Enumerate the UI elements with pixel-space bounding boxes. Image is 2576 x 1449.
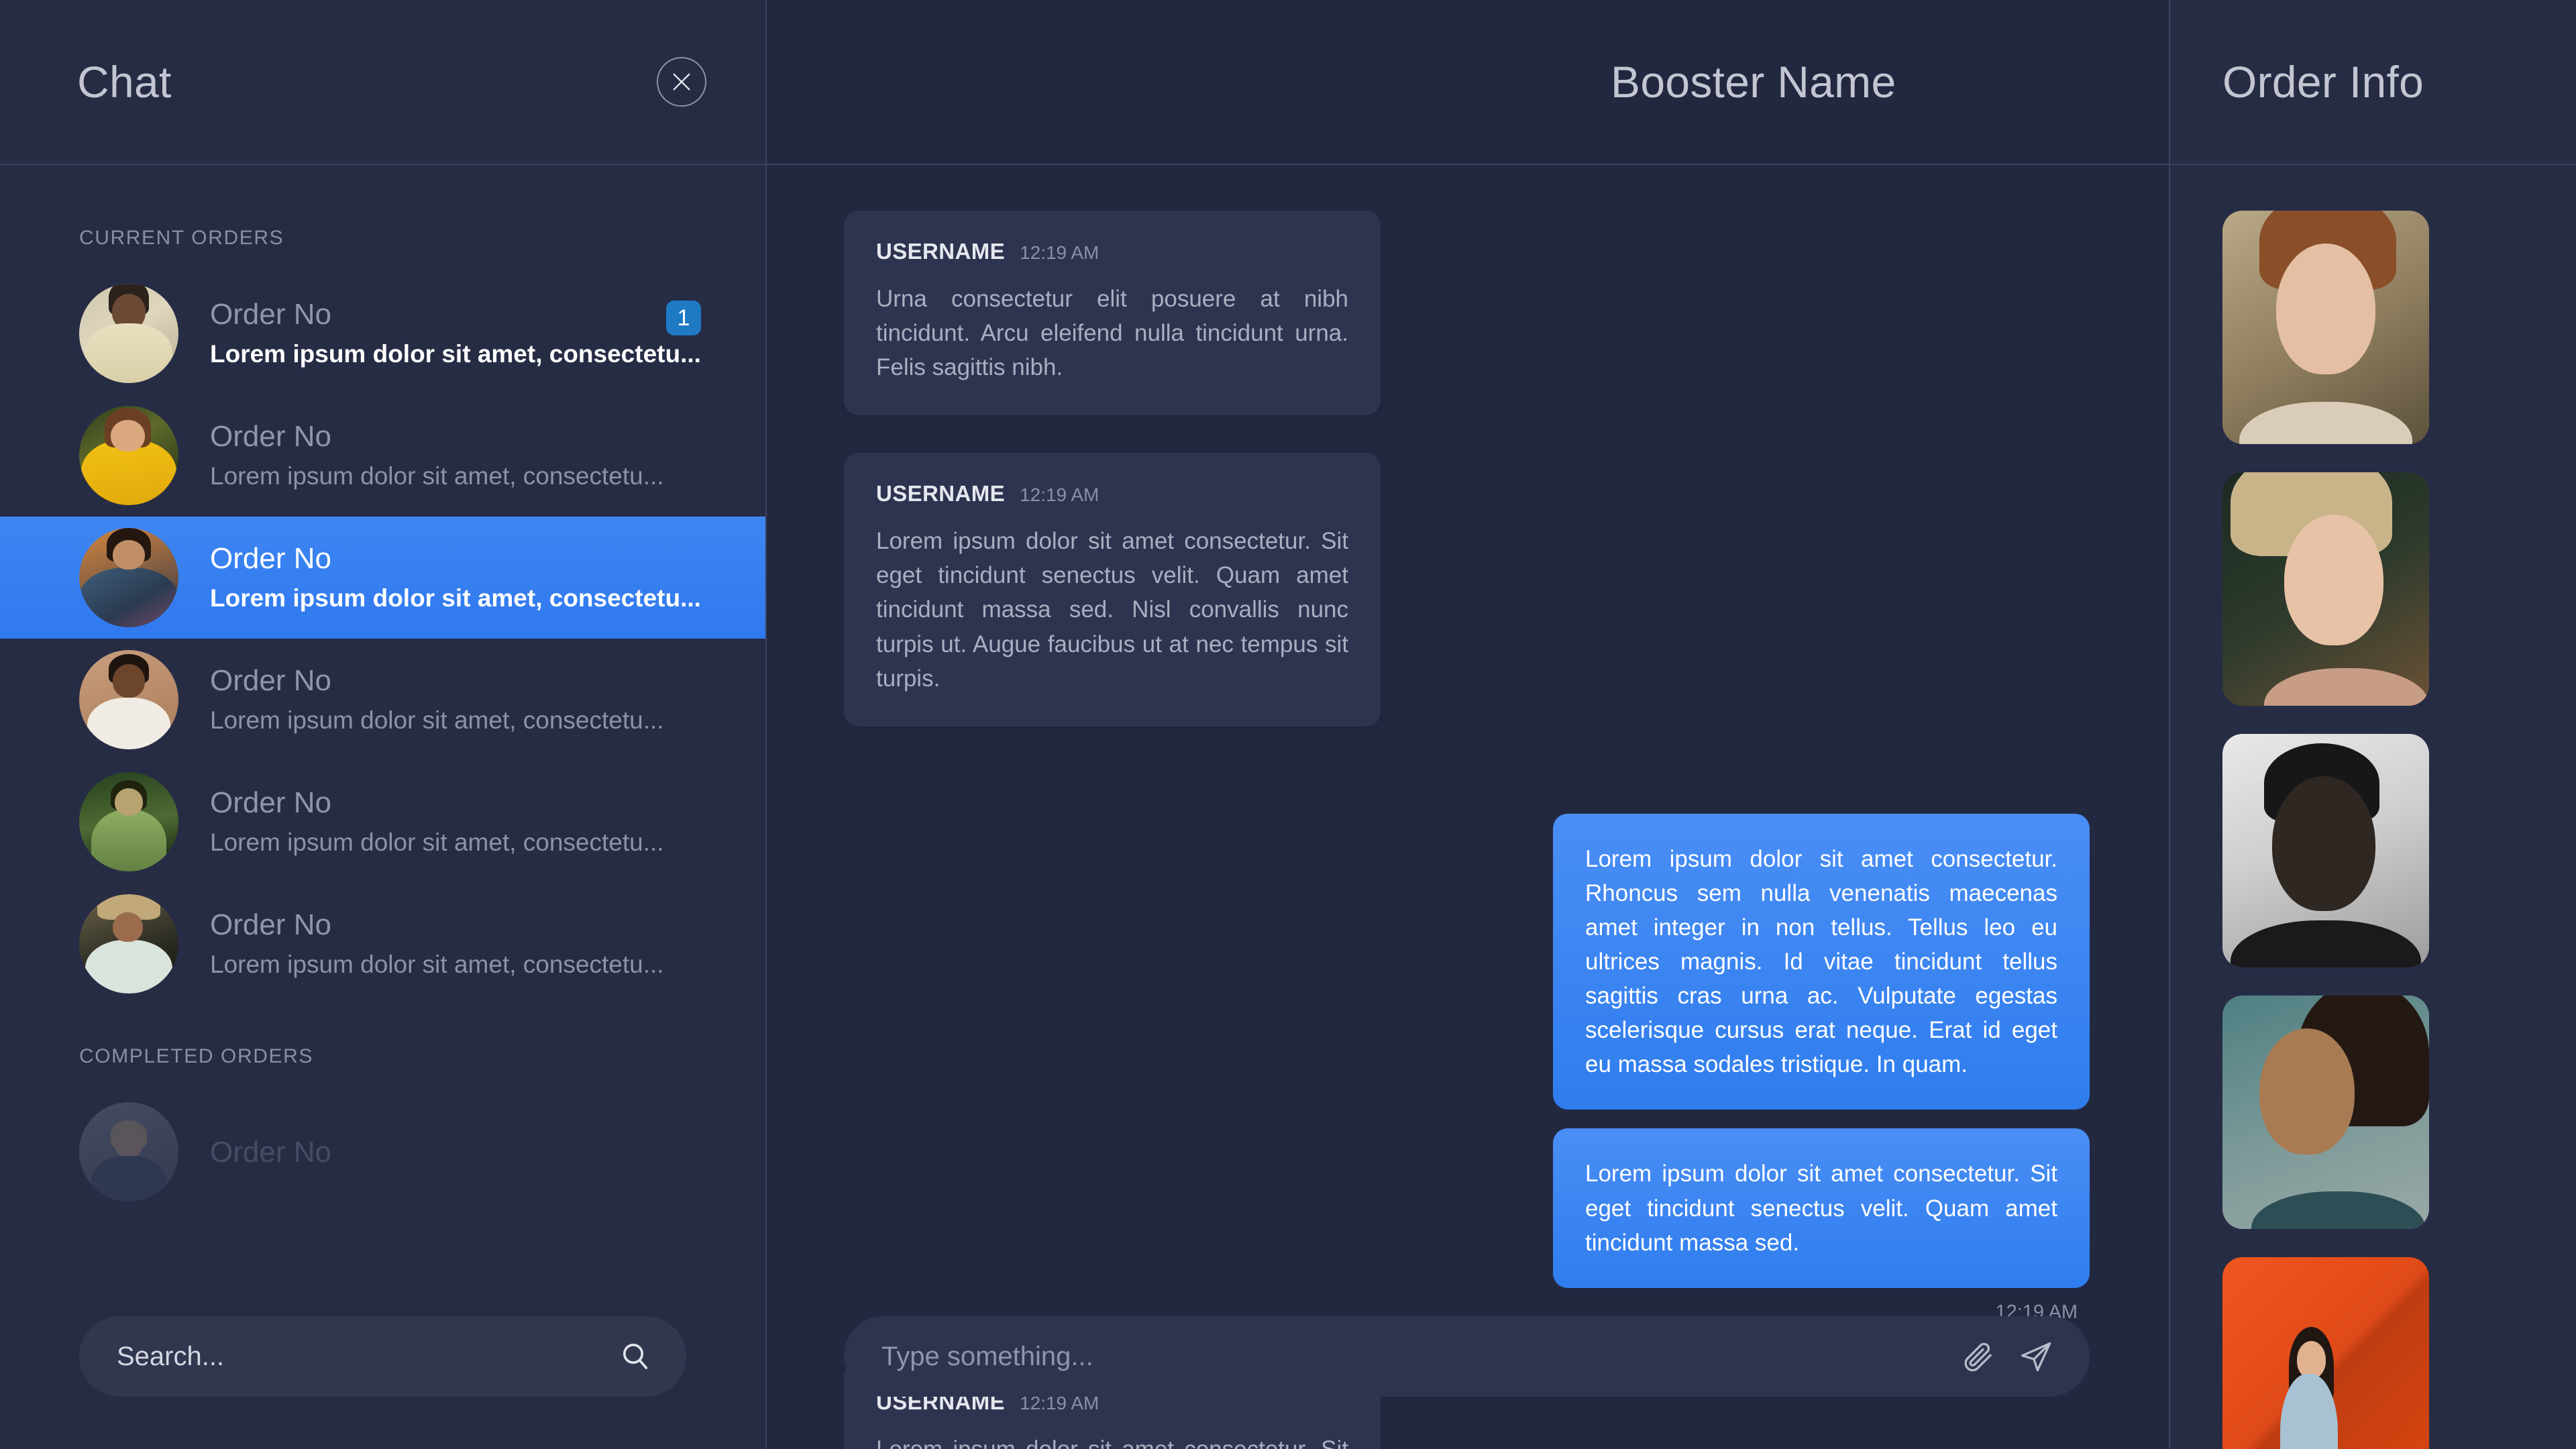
chat-application: Chat CURRENT ORDERS Order No Lorem ipsum… xyxy=(0,0,2576,1449)
paperclip-icon xyxy=(1964,1342,1992,1372)
message-text: Lorem ipsum dolor sit amet consectetur. … xyxy=(876,528,1348,692)
conversation-title: Booster Name xyxy=(1611,57,1896,107)
order-photo-thumbnail[interactable] xyxy=(2222,211,2429,444)
message-meta: USERNAME 12:19 AM xyxy=(876,239,1348,264)
message-username: USERNAME xyxy=(876,481,1006,506)
order-photo-thumbnail[interactable] xyxy=(2222,734,2429,967)
message-row-incoming: USERNAME 12:19 AM Urna consectetur elit … xyxy=(844,211,2090,416)
message-username: USERNAME xyxy=(876,239,1006,264)
message-list[interactable]: USERNAME 12:19 AM Urna consectetur elit … xyxy=(0,165,2169,1449)
close-icon xyxy=(673,73,690,91)
sidebar-header: Chat xyxy=(0,0,765,165)
message-meta: USERNAME 12:19 AM xyxy=(876,481,1348,506)
message-timestamp: 12:19 AM xyxy=(1020,484,1099,506)
order-photo-thumbnail[interactable] xyxy=(2222,996,2429,1229)
attach-button[interactable] xyxy=(1961,1339,1996,1374)
message-text: Lorem ipsum dolor sit amet consectetur. … xyxy=(876,1432,1348,1449)
message-bubble-incoming: USERNAME 12:19 AM Urna consectetur elit … xyxy=(844,211,1381,416)
order-info-title: Order Info xyxy=(2222,57,2424,107)
send-button[interactable] xyxy=(2019,1339,2053,1374)
message-text: Urna consectetur elit posuere at nibh ti… xyxy=(876,286,1348,381)
order-info-panel: Order Info xyxy=(2170,0,2576,1449)
composer-container: Type something... xyxy=(844,1316,2090,1397)
order-photo-grid[interactable] xyxy=(2170,165,2576,1449)
send-icon xyxy=(2021,1342,2051,1372)
chat-header: Booster Name xyxy=(767,0,2169,165)
close-button[interactable] xyxy=(657,57,706,107)
message-text: Lorem ipsum dolor sit amet consectetur. … xyxy=(1585,1161,2057,1256)
message-input[interactable]: Type something... xyxy=(844,1316,2090,1397)
message-row-incoming: USERNAME 12:19 AM Lorem ipsum dolor sit … xyxy=(844,453,2090,727)
chat-conversation-panel: Booster Name USERNAME 12:19 AM Urna cons… xyxy=(767,0,2170,1449)
order-photo-thumbnail[interactable] xyxy=(2222,1257,2429,1449)
message-input-text: Type something... xyxy=(881,1341,1093,1371)
message-bubble-outgoing: Lorem ipsum dolor sit amet consectetur. … xyxy=(1553,1128,2090,1288)
message-timestamp: 12:19 AM xyxy=(1020,242,1099,263)
order-info-header: Order Info xyxy=(2170,0,2576,165)
order-photo-thumbnail[interactable] xyxy=(2222,472,2429,706)
message-row-outgoing: Lorem ipsum dolor sit amet consectetur. … xyxy=(844,1128,2090,1323)
page-title: Chat xyxy=(77,57,172,107)
message-bubble-incoming: USERNAME 12:19 AM Lorem ipsum dolor sit … xyxy=(844,453,1381,727)
message-bubble-outgoing: Lorem ipsum dolor sit amet consectetur. … xyxy=(1553,813,2090,1110)
message-text: Lorem ipsum dolor sit amet consectetur. … xyxy=(1585,845,2057,1078)
message-row-outgoing: Lorem ipsum dolor sit amet consectetur. … xyxy=(844,813,2090,1110)
